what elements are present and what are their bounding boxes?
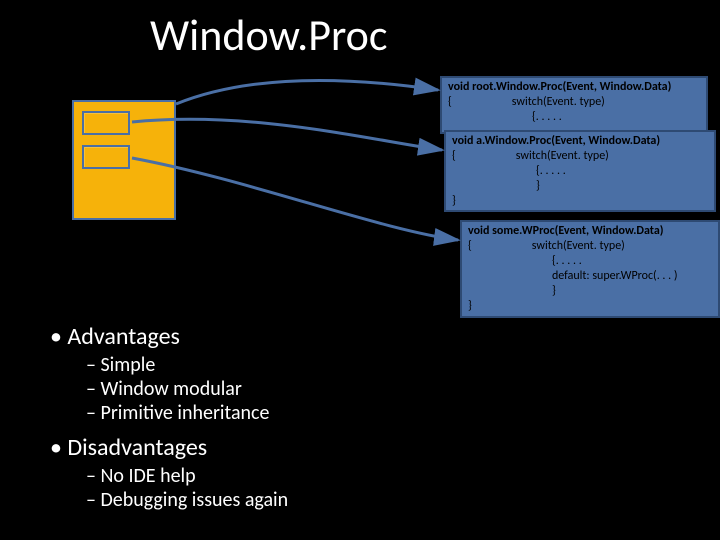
code-box-root: void root.Window.Proc(Event, Window.Data… xyxy=(440,76,708,134)
code-line: } xyxy=(468,284,712,299)
disadvantage-item: Debugging issues again xyxy=(86,488,288,512)
code-signature: void a.Window.Proc(Event, Window.Data) xyxy=(452,134,708,149)
code-line: {. . . . . xyxy=(468,254,712,269)
bullets-block: Advantages Simple Window modular Primiti… xyxy=(50,322,288,512)
code-line: } xyxy=(468,299,712,314)
code-line: {. . . . . xyxy=(448,110,700,125)
advantage-item: Simple xyxy=(86,353,288,377)
window-inner-top xyxy=(82,111,130,135)
advantage-item: Primitive inheritance xyxy=(86,401,288,425)
code-line: default: super.WProc(. . . ) xyxy=(468,269,712,284)
advantage-item: Window modular xyxy=(86,377,288,401)
code-box-a: void a.Window.Proc(Event, Window.Data) {… xyxy=(444,130,716,212)
disadvantage-item: No IDE help xyxy=(86,464,288,488)
code-line: } xyxy=(452,194,708,209)
code-line: switch(Event. type) xyxy=(472,239,625,253)
code-box-some: void some.WProc(Event, Window.Data) {swi… xyxy=(460,220,720,318)
disadvantages-heading: Disadvantages xyxy=(50,433,288,462)
window-inner-bottom xyxy=(82,145,130,169)
code-signature: void root.Window.Proc(Event, Window.Data… xyxy=(448,80,700,95)
slide-title: Window.Proc xyxy=(150,8,387,62)
code-line: {. . . . . xyxy=(452,164,708,179)
code-line: switch(Event. type) xyxy=(456,149,609,163)
code-line: switch(Event. type) xyxy=(452,95,605,109)
advantages-heading: Advantages xyxy=(50,322,288,351)
code-signature: void some.WProc(Event, Window.Data) xyxy=(468,224,712,239)
code-line: } xyxy=(452,179,708,194)
